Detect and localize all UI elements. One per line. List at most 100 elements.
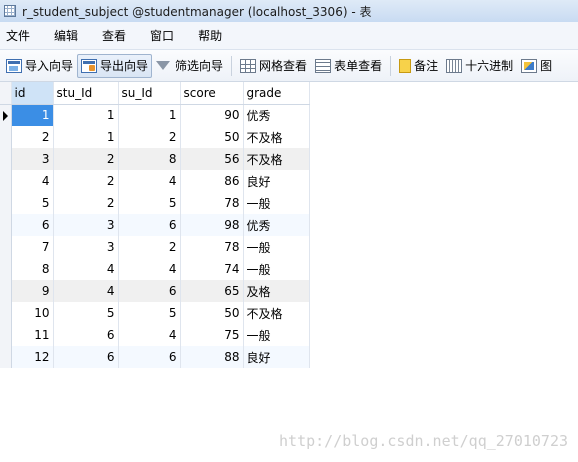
cell-su-id[interactable]: 2 xyxy=(118,126,181,148)
cell-grade[interactable]: 一般 xyxy=(243,324,310,346)
cell-id[interactable]: 12 xyxy=(11,346,54,368)
cell-id[interactable]: 11 xyxy=(11,324,54,346)
cell-id[interactable]: 4 xyxy=(11,170,54,192)
row-header[interactable] xyxy=(0,148,12,170)
cell-grade[interactable]: 及格 xyxy=(243,280,310,302)
row-header[interactable] xyxy=(0,170,12,192)
cell-id[interactable]: 6 xyxy=(11,214,54,236)
cell-id[interactable]: 5 xyxy=(11,192,54,214)
table-row[interactable]: 5 2 5 78 一般 xyxy=(0,192,310,214)
cell-grade[interactable]: 一般 xyxy=(243,236,310,258)
cell-id[interactable]: 1 xyxy=(11,104,54,126)
cell-score[interactable]: 78 xyxy=(180,192,244,214)
filter-wizard-button[interactable]: 筛选向导 xyxy=(152,54,227,78)
cell-grade[interactable]: 不及格 xyxy=(243,126,310,148)
cell-su-id[interactable]: 8 xyxy=(118,148,181,170)
cell-score[interactable]: 90 xyxy=(180,104,244,126)
table-row[interactable]: 8 4 4 74 一般 xyxy=(0,258,310,280)
cell-id[interactable]: 9 xyxy=(11,280,54,302)
table-row[interactable]: 10 5 5 50 不及格 xyxy=(0,302,310,324)
import-wizard-button[interactable]: 导入向导 xyxy=(2,54,77,78)
cell-grade[interactable]: 良好 xyxy=(243,170,310,192)
cell-grade[interactable]: 一般 xyxy=(243,258,310,280)
cell-grade[interactable]: 优秀 xyxy=(243,104,310,126)
hex-button[interactable]: 十六进制 xyxy=(442,54,517,78)
cell-stu-id[interactable]: 2 xyxy=(53,192,119,214)
cell-su-id[interactable]: 1 xyxy=(118,104,181,126)
cell-su-id[interactable]: 4 xyxy=(118,324,181,346)
table-row[interactable]: 3 2 8 56 不及格 xyxy=(0,148,310,170)
cell-stu-id[interactable]: 6 xyxy=(53,346,119,368)
cell-stu-id[interactable]: 2 xyxy=(53,148,119,170)
column-header-grade[interactable]: grade xyxy=(243,82,310,105)
cell-score[interactable]: 78 xyxy=(180,236,244,258)
cell-score[interactable]: 86 xyxy=(180,170,244,192)
column-header-score[interactable]: score xyxy=(180,82,244,105)
cell-score[interactable]: 65 xyxy=(180,280,244,302)
form-view-button[interactable]: 表单查看 xyxy=(311,54,386,78)
cell-su-id[interactable]: 6 xyxy=(118,280,181,302)
cell-score[interactable]: 75 xyxy=(180,324,244,346)
table-row[interactable]: 2 1 2 50 不及格 xyxy=(0,126,310,148)
image-button[interactable]: 图 xyxy=(517,54,556,78)
cell-id[interactable]: 3 xyxy=(11,148,54,170)
cell-su-id[interactable]: 4 xyxy=(118,170,181,192)
cell-su-id[interactable]: 5 xyxy=(118,192,181,214)
cell-stu-id[interactable]: 4 xyxy=(53,280,119,302)
cell-su-id[interactable]: 6 xyxy=(118,346,181,368)
cell-stu-id[interactable]: 2 xyxy=(53,170,119,192)
cell-stu-id[interactable]: 4 xyxy=(53,258,119,280)
cell-score[interactable]: 98 xyxy=(180,214,244,236)
row-header[interactable] xyxy=(0,126,12,148)
row-header[interactable] xyxy=(0,346,12,368)
cell-grade[interactable]: 优秀 xyxy=(243,214,310,236)
table-row[interactable]: 9 4 6 65 及格 xyxy=(0,280,310,302)
column-header-id[interactable]: id xyxy=(11,82,54,105)
menu-window[interactable]: 窗口 xyxy=(138,22,186,50)
table-row[interactable]: 7 3 2 78 一般 xyxy=(0,236,310,258)
column-header-stu-id[interactable]: stu_Id xyxy=(53,82,119,105)
row-header[interactable] xyxy=(0,192,12,214)
export-wizard-button[interactable]: 导出向导 xyxy=(77,53,153,78)
cell-su-id[interactable]: 4 xyxy=(118,258,181,280)
table-row[interactable]: 11 6 4 75 一般 xyxy=(0,324,310,346)
row-header[interactable] xyxy=(0,258,12,280)
table-row[interactable]: 12 6 6 88 良好 xyxy=(0,346,310,368)
memo-button[interactable]: 备注 xyxy=(395,54,442,78)
cell-grade[interactable]: 良好 xyxy=(243,346,310,368)
table-row[interactable]: 6 3 6 98 优秀 xyxy=(0,214,310,236)
cell-stu-id[interactable]: 3 xyxy=(53,236,119,258)
cell-score[interactable]: 88 xyxy=(180,346,244,368)
cell-score[interactable]: 74 xyxy=(180,258,244,280)
grid-view-button[interactable]: 网格查看 xyxy=(236,54,311,78)
row-header[interactable] xyxy=(0,214,12,236)
cell-stu-id[interactable]: 3 xyxy=(53,214,119,236)
menu-view[interactable]: 查看 xyxy=(90,22,138,50)
table-row[interactable]: 1 1 1 90 优秀 xyxy=(0,104,310,126)
cell-grade[interactable]: 一般 xyxy=(243,192,310,214)
cell-id[interactable]: 10 xyxy=(11,302,54,324)
cell-su-id[interactable]: 6 xyxy=(118,214,181,236)
cell-stu-id[interactable]: 1 xyxy=(53,104,119,126)
cell-score[interactable]: 50 xyxy=(180,126,244,148)
menu-help[interactable]: 帮助 xyxy=(186,22,234,50)
cell-id[interactable]: 8 xyxy=(11,258,54,280)
cell-su-id[interactable]: 2 xyxy=(118,236,181,258)
cell-stu-id[interactable]: 5 xyxy=(53,302,119,324)
cell-stu-id[interactable]: 6 xyxy=(53,324,119,346)
cell-id[interactable]: 7 xyxy=(11,236,54,258)
menu-edit[interactable]: 编辑 xyxy=(42,22,90,50)
row-header[interactable] xyxy=(0,104,12,126)
row-header[interactable] xyxy=(0,302,12,324)
cell-id[interactable]: 2 xyxy=(11,126,54,148)
row-header[interactable] xyxy=(0,280,12,302)
row-header[interactable] xyxy=(0,236,12,258)
cell-score[interactable]: 50 xyxy=(180,302,244,324)
cell-stu-id[interactable]: 1 xyxy=(53,126,119,148)
column-header-su-id[interactable]: su_Id xyxy=(118,82,181,105)
menu-file[interactable]: 文件 xyxy=(0,22,42,50)
cell-grade[interactable]: 不及格 xyxy=(243,148,310,170)
cell-score[interactable]: 56 xyxy=(180,148,244,170)
table-row[interactable]: 4 2 4 86 良好 xyxy=(0,170,310,192)
cell-grade[interactable]: 不及格 xyxy=(243,302,310,324)
